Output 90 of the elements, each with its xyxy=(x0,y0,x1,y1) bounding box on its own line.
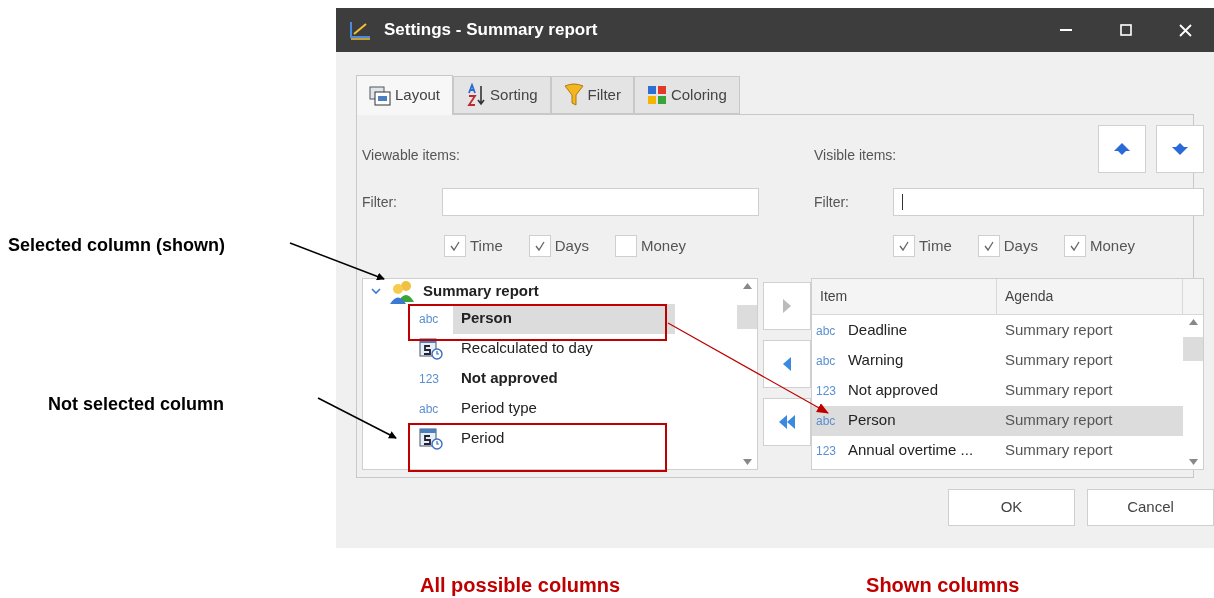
table-cell-text: Person xyxy=(848,410,897,431)
people-icon xyxy=(389,279,415,304)
checkbox[interactable] xyxy=(444,235,466,258)
table-row[interactable]: abc Person Summary report xyxy=(812,405,1183,436)
annotation-label: Selected column (shown) xyxy=(8,234,227,257)
table-cell-text: Summary report xyxy=(1004,410,1113,431)
checkbox-label: Time xyxy=(470,236,503,256)
calculator-clock-icon xyxy=(419,337,443,360)
minimize-icon xyxy=(1060,29,1072,31)
arrow-down-icon xyxy=(1172,143,1188,155)
checkbox-label: Time xyxy=(919,236,952,256)
window-title: Settings - Summary report xyxy=(384,19,598,42)
checkbox[interactable] xyxy=(977,235,1000,258)
type-label: 123 xyxy=(815,382,838,400)
table-cell-text: Summary report xyxy=(1004,440,1113,461)
tree-item[interactable]: Period xyxy=(453,423,513,454)
check-icon xyxy=(449,240,461,253)
chart-icon xyxy=(348,20,372,40)
type-label: abc xyxy=(815,322,837,340)
scroll-up-icon xyxy=(1188,318,1198,325)
column-header[interactable]: Item xyxy=(812,278,997,314)
funnel-icon xyxy=(563,83,584,107)
section-heading: Visible items: xyxy=(813,146,897,165)
checkbox-label: Days xyxy=(554,236,589,256)
checkbox[interactable] xyxy=(614,235,637,258)
tree-item[interactable]: Not approved xyxy=(453,363,566,394)
tab[interactable]: Filter xyxy=(550,76,634,114)
move-up-button[interactable] xyxy=(1098,125,1146,173)
tab[interactable]: Coloring xyxy=(633,76,740,114)
type-label: abc xyxy=(815,352,837,370)
scroll-up-icon xyxy=(742,282,752,289)
table-cell-text: Deadline xyxy=(848,320,909,341)
scroll-thumb[interactable] xyxy=(1183,336,1203,361)
add-button[interactable] xyxy=(763,282,811,330)
caption: All possible columns xyxy=(420,573,621,598)
checkbox[interactable] xyxy=(893,235,915,258)
cancel-button[interactable]: Cancel xyxy=(1087,489,1214,526)
text-cursor xyxy=(902,194,903,210)
calculator-clock-icon xyxy=(419,427,443,450)
check-icon xyxy=(1068,240,1081,253)
tree-item[interactable]: Recalculated to day xyxy=(453,333,601,364)
check-icon xyxy=(533,240,546,253)
caption: Shown columns xyxy=(866,573,1020,598)
tab[interactable]: Sorting xyxy=(453,76,551,114)
field-label: Filter: xyxy=(813,192,850,212)
arrow-up-icon xyxy=(1114,143,1130,155)
type-label: 123 xyxy=(815,442,838,460)
remove-all-button[interactable] xyxy=(763,398,811,446)
checkbox-label: Money xyxy=(1089,236,1135,256)
field-label: Filter: xyxy=(362,192,398,212)
type-label: 123 xyxy=(419,370,440,388)
checkbox-label: Days xyxy=(1003,236,1038,256)
type-label: abc xyxy=(419,310,439,328)
scroll-down-icon xyxy=(1188,458,1198,465)
scroll-thumb[interactable] xyxy=(737,304,757,329)
remove-button[interactable] xyxy=(763,340,811,388)
maximize-icon xyxy=(1120,24,1132,36)
type-label: abc xyxy=(815,412,837,430)
triangle-left-icon xyxy=(783,357,791,371)
section-heading: Viewable items: xyxy=(362,146,461,165)
table-cell-text: Summary report xyxy=(1004,350,1113,371)
move-down-button[interactable] xyxy=(1156,125,1204,173)
column-header[interactable]: Agenda xyxy=(997,278,1183,314)
check-icon xyxy=(982,240,995,253)
tree-item[interactable]: Period type xyxy=(453,393,545,424)
tab[interactable]: Layout xyxy=(356,75,454,115)
table-cell-text: Warning xyxy=(848,350,905,371)
double-triangle-left-icon xyxy=(779,415,795,429)
table-cell-text: Annual overtime ... xyxy=(848,440,975,461)
scroll-down-icon xyxy=(742,458,752,465)
color-grid-icon xyxy=(646,85,667,105)
type-label: abc xyxy=(419,400,439,418)
sort-icon xyxy=(466,83,487,107)
chevron-down-icon[interactable] xyxy=(371,288,381,295)
tree-item[interactable]: Person xyxy=(453,303,675,334)
check-icon xyxy=(898,240,910,253)
triangle-right-icon xyxy=(783,299,791,313)
filter-field[interactable] xyxy=(893,188,1204,216)
ok-button[interactable]: OK xyxy=(948,489,1075,526)
table-cell-text: Summary report xyxy=(1004,320,1113,341)
checkbox-label: Money xyxy=(640,236,686,256)
table-cell-text: Summary report xyxy=(1004,380,1113,401)
checkbox[interactable] xyxy=(528,235,551,258)
close-icon xyxy=(1178,23,1192,37)
filter-field[interactable] xyxy=(442,188,759,216)
checkbox[interactable] xyxy=(1063,235,1086,258)
window-icon xyxy=(369,85,391,106)
tree-item[interactable]: Summary report xyxy=(423,280,539,303)
table-cell-text: Not approved xyxy=(848,380,940,401)
annotation-label: Not selected column xyxy=(48,393,226,416)
